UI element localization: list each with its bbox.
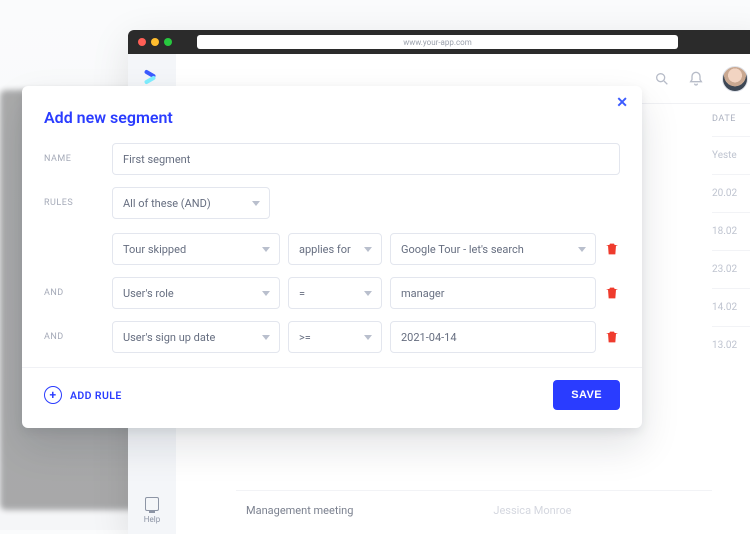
- browser-url-bar[interactable]: www.your-app.com: [197, 35, 678, 49]
- add-segment-modal: ✕ Add new segment NAME First segment RUL…: [22, 86, 642, 428]
- save-button[interactable]: SAVE: [553, 380, 620, 410]
- rules-label: RULES: [44, 198, 102, 208]
- trash-icon[interactable]: [604, 241, 620, 257]
- rule-row-3: AND User's sign up date >= 2021-04-14: [44, 321, 620, 353]
- rules-row: RULES All of these (AND): [44, 187, 620, 219]
- segment-name-input[interactable]: First segment: [112, 143, 620, 175]
- table-row-bottom[interactable]: Management meeting Jessica Monroe: [236, 490, 712, 530]
- rule-value-input[interactable]: 2021-04-14: [390, 321, 596, 353]
- trash-icon[interactable]: [604, 285, 620, 301]
- table-row[interactable]: 18.02: [712, 212, 750, 250]
- add-rule-button[interactable]: + ADD RULE: [44, 386, 122, 404]
- table-row[interactable]: 20.02: [712, 174, 750, 212]
- window-zoom-dot[interactable]: [164, 38, 172, 46]
- name-row: NAME First segment: [44, 143, 620, 175]
- sidebar-help[interactable]: Help: [128, 489, 176, 534]
- search-icon[interactable]: [654, 71, 670, 87]
- row-person: Jessica Monroe: [493, 504, 571, 517]
- rule-row-2: AND User's role = manager: [44, 277, 620, 309]
- avatar[interactable]: [722, 66, 748, 92]
- rule-operator-select[interactable]: applies for: [288, 233, 382, 265]
- sidebar-help-label: Help: [144, 515, 160, 524]
- name-label: NAME: [44, 154, 102, 164]
- rule-field-select[interactable]: Tour skipped: [112, 233, 280, 265]
- close-icon[interactable]: ✕: [616, 96, 628, 110]
- rule-operator-select[interactable]: =: [288, 277, 382, 309]
- modal-divider: [22, 367, 642, 368]
- plus-icon: +: [44, 386, 62, 404]
- modal-title: Add new segment: [44, 108, 620, 127]
- table-row[interactable]: 13.02: [712, 326, 750, 364]
- rule-and-label: AND: [44, 288, 102, 298]
- date-column-header: DATE: [712, 104, 750, 136]
- help-icon: [145, 497, 159, 511]
- rule-value-input[interactable]: manager: [390, 277, 596, 309]
- window-minimize-dot[interactable]: [151, 38, 159, 46]
- table-row[interactable]: 14.02: [712, 288, 750, 326]
- rule-operator-select[interactable]: >=: [288, 321, 382, 353]
- rule-row-1: Tour skipped applies for Google Tour - l…: [44, 233, 620, 265]
- browser-titlebar: www.your-app.com: [128, 30, 750, 54]
- add-rule-label: ADD RULE: [70, 389, 122, 402]
- window-close-dot[interactable]: [138, 38, 146, 46]
- rule-field-select[interactable]: User's sign up date: [112, 321, 280, 353]
- app-logo-icon: [142, 68, 162, 88]
- bell-icon[interactable]: [688, 71, 704, 87]
- rule-value-select[interactable]: Google Tour - let's search: [390, 233, 596, 265]
- combinator-select[interactable]: All of these (AND): [112, 187, 270, 219]
- trash-icon[interactable]: [604, 329, 620, 345]
- table-row[interactable]: 23.02: [712, 250, 750, 288]
- row-title: Management meeting: [246, 504, 353, 517]
- table-row[interactable]: Yeste: [712, 136, 750, 174]
- date-column: DATE Yeste 20.02 18.02 23.02 14.02 13.02: [712, 104, 750, 364]
- rule-and-label: AND: [44, 332, 102, 342]
- rule-field-select[interactable]: User's role: [112, 277, 280, 309]
